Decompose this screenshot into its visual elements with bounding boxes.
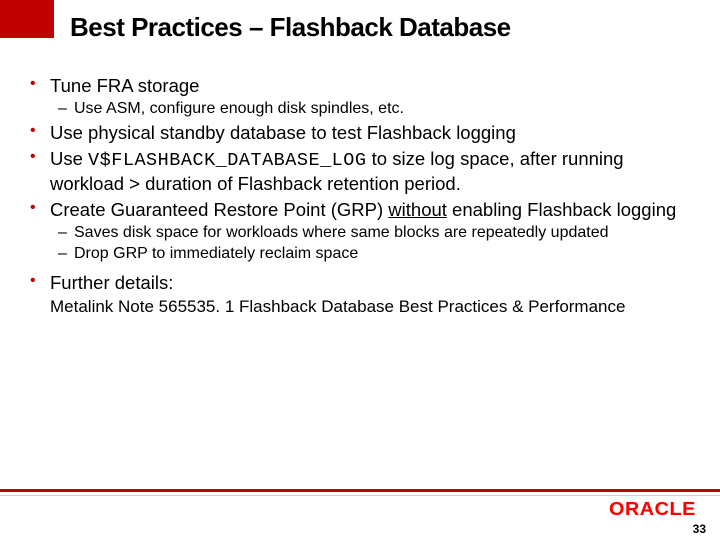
bullet-marker: • xyxy=(30,121,50,145)
footer-thin-line xyxy=(0,495,720,496)
sub-bullet-marker: – xyxy=(58,223,74,243)
sub-bullet-text: Use ASM, configure enough disk spindles,… xyxy=(74,99,690,119)
bullet-text: Create Guaranteed Restore Point (GRP) wi… xyxy=(50,198,690,222)
text-fragment: to size log space, after running xyxy=(367,148,624,169)
bullet-text: Further details: xyxy=(50,271,690,295)
text-fragment: Create Guaranteed Restore Point (GRP) xyxy=(50,199,388,220)
bullet-marker: • xyxy=(30,74,50,98)
text-fragment: workload > duration of Flashback retenti… xyxy=(50,173,461,194)
text-fragment: Use xyxy=(50,148,88,169)
bullet-item: • Use physical standby database to test … xyxy=(30,121,690,145)
bullet-marker: • xyxy=(30,271,50,295)
bullet-item: • Further details: xyxy=(30,271,690,295)
sub-bullet-item: – Use ASM, configure enough disk spindle… xyxy=(58,99,690,119)
slide-content: • Tune FRA storage – Use ASM, configure … xyxy=(30,72,690,318)
footer-accent-bar xyxy=(0,489,720,492)
bullet-marker: • xyxy=(30,147,50,196)
bullet-text: Use physical standby database to test Fl… xyxy=(50,121,690,145)
oracle-logo-text: ORACLE xyxy=(609,499,696,520)
text-fragment: enabling Flashback logging xyxy=(447,199,676,220)
underlined-text: without xyxy=(388,199,447,220)
bullet-item: • Create Guaranteed Restore Point (GRP) … xyxy=(30,198,690,222)
slide-title: Best Practices – Flashback Database xyxy=(70,12,511,43)
bullet-text: Tune FRA storage xyxy=(50,74,690,98)
red-corner-accent xyxy=(0,0,54,38)
bullet-item: • Tune FRA storage xyxy=(30,74,690,98)
oracle-logo: ORACLE xyxy=(605,497,692,522)
sub-bullet-item: – Saves disk space for workloads where s… xyxy=(58,223,690,243)
reference-note: Metalink Note 565535. 1 Flashback Databa… xyxy=(50,296,690,317)
sub-bullet-text: Drop GRP to immediately reclaim space xyxy=(74,244,690,264)
page-number: 33 xyxy=(693,522,706,536)
bullet-marker: • xyxy=(30,198,50,222)
code-fragment: V$FLASHBACK_DATABASE_LOG xyxy=(88,150,366,171)
bullet-item: • Use V$FLASHBACK_DATABASE_LOG to size l… xyxy=(30,147,690,196)
sub-bullet-marker: – xyxy=(58,244,74,264)
sub-bullet-item: – Drop GRP to immediately reclaim space xyxy=(58,244,690,264)
bullet-text: Use V$FLASHBACK_DATABASE_LOG to size log… xyxy=(50,147,690,196)
sub-bullet-text: Saves disk space for workloads where sam… xyxy=(74,223,690,243)
sub-bullet-marker: – xyxy=(58,99,74,119)
